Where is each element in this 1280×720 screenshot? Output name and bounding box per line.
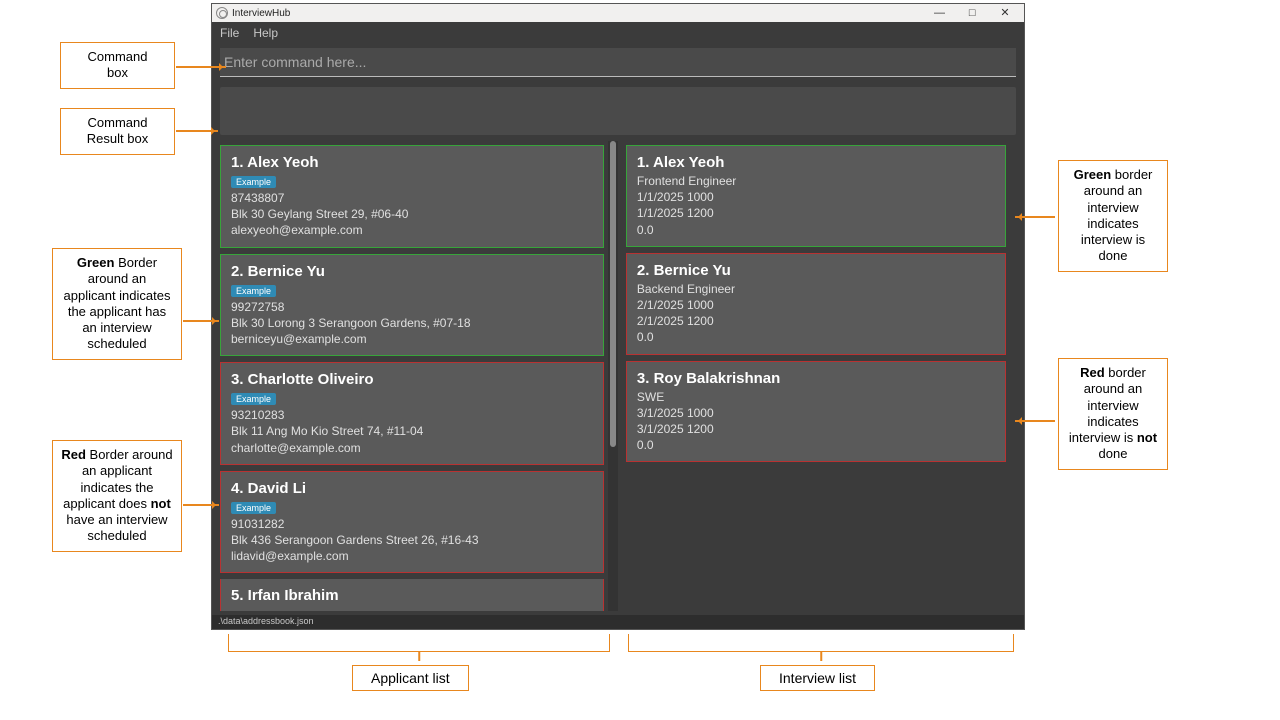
arrow-icon (176, 130, 218, 132)
lists-container: 1. Alex Yeoh Example 87438807Blk 30 Geylan… (212, 141, 1024, 615)
arrow-icon (183, 320, 219, 322)
label-interview-list: Interview list (760, 665, 875, 691)
applicant-address: Blk 30 Geylang Street 29, #06-40 (231, 206, 593, 222)
interview-card[interactable]: 1. Alex Yeoh Frontend Engineer1/1/2025 10… (626, 145, 1006, 247)
arrow-icon (176, 66, 226, 68)
interview-list: 1. Alex Yeoh Frontend Engineer1/1/2025 10… (626, 141, 1016, 611)
callout-red-interview: Red border around an interview indicates… (1058, 358, 1168, 470)
applicant-title: 5. Irfan Ibrahim (231, 587, 593, 604)
menu-bar: File Help (212, 22, 1024, 44)
applicant-phone: 91031282 (231, 516, 593, 532)
status-bar: .\data\addressbook.json (212, 615, 1024, 629)
interview-time-start: 2/1/2025 1000 (637, 297, 995, 313)
interview-time-start: 1/1/2025 1000 (637, 189, 995, 205)
interview-role: Frontend Engineer (637, 173, 995, 189)
menu-help[interactable]: Help (253, 26, 278, 40)
menu-file[interactable]: File (220, 26, 239, 40)
applicant-scrollbar[interactable] (608, 141, 618, 611)
applicant-card[interactable]: 4. David Li Example 91031282Blk 436 Serang… (220, 471, 604, 574)
interview-score: 0.0 (637, 329, 995, 345)
interview-role: Backend Engineer (637, 281, 995, 297)
applicant-address: Blk 30 Lorong 3 Serangoon Gardens, #07-1… (231, 315, 593, 331)
applicant-email: lidavid@example.com (231, 548, 593, 564)
command-result-box (220, 87, 1016, 135)
applicant-card[interactable]: 3. Charlotte Oliveiro Example 93210283Blk … (220, 362, 604, 465)
interview-score: 0.0 (637, 437, 995, 453)
applicant-card[interactable]: 1. Alex Yeoh Example 87438807Blk 30 Geylan… (220, 145, 604, 248)
applicant-phone: 93210283 (231, 407, 593, 423)
interview-card[interactable]: 2. Bernice Yu Backend Engineer2/1/2025 10… (626, 253, 1006, 355)
interview-time-end: 2/1/2025 1200 (637, 313, 995, 329)
interview-time-start: 3/1/2025 1000 (637, 405, 995, 421)
callout-green-applicant: Green Border around an applicant indicat… (52, 248, 182, 360)
interview-time-end: 3/1/2025 1200 (637, 421, 995, 437)
callout-result-box: CommandResult box (60, 108, 175, 155)
applicant-badge: Example (231, 502, 276, 514)
applicant-email: charlotte@example.com (231, 440, 593, 456)
applicant-badge: Example (231, 393, 276, 405)
applicant-email: alexyeoh@example.com (231, 222, 593, 238)
applicant-phone: 99272758 (231, 299, 593, 315)
applicant-card[interactable]: 2. Bernice Yu Example 99272758Blk 30 Loron… (220, 254, 604, 357)
interview-title: 3. Roy Balakrishnan (637, 370, 995, 387)
applicant-card[interactable]: 5. Irfan Ibrahim (220, 579, 604, 611)
window-title: InterviewHub (232, 8, 290, 19)
applicant-title: 3. Charlotte Oliveiro (231, 371, 593, 388)
interview-title: 2. Bernice Yu (637, 262, 995, 279)
applicant-address: Blk 436 Serangoon Gardens Street 26, #16… (231, 532, 593, 548)
applicant-title: 4. David Li (231, 480, 593, 497)
window-minimize-button[interactable]: — (924, 4, 954, 22)
window-close-button[interactable]: ✕ (990, 4, 1020, 22)
command-box (212, 44, 1024, 77)
applicant-title: 1. Alex Yeoh (231, 154, 593, 171)
interview-score: 0.0 (637, 222, 995, 238)
callout-green-interview: Green border around an interview indicat… (1058, 160, 1168, 272)
interview-role: SWE (637, 389, 995, 405)
applicant-email: berniceyu@example.com (231, 331, 593, 347)
arrow-icon (1015, 216, 1055, 218)
applicant-address: Blk 11 Ang Mo Kio Street 74, #11-04 (231, 423, 593, 439)
brace-icon (628, 634, 1014, 652)
callout-command-box: Commandbox (60, 42, 175, 89)
brace-icon (228, 634, 610, 652)
app-globe-icon (216, 7, 228, 19)
applicant-phone: 87438807 (231, 190, 593, 206)
window-buttons: — □ ✕ (924, 4, 1020, 22)
interview-card[interactable]: 3. Roy Balakrishnan SWE3/1/2025 10003/1/2… (626, 361, 1006, 463)
arrow-icon (183, 504, 219, 506)
applicant-badge: Example (231, 176, 276, 188)
applicant-badge: Example (231, 285, 276, 297)
callout-red-applicant: Red Border around an applicant indicates… (52, 440, 182, 552)
applicant-list: 1. Alex Yeoh Example 87438807Blk 30 Geylan… (220, 141, 618, 611)
interview-title: 1. Alex Yeoh (637, 154, 995, 171)
command-input[interactable] (220, 48, 1016, 77)
window-maximize-button[interactable]: □ (957, 4, 987, 22)
app-window: InterviewHub — □ ✕ File Help 1. Alex Yeo… (212, 4, 1024, 629)
label-applicant-list: Applicant list (352, 665, 469, 691)
arrow-icon (1015, 420, 1055, 422)
applicant-title: 2. Bernice Yu (231, 263, 593, 280)
interview-time-end: 1/1/2025 1200 (637, 205, 995, 221)
window-titlebar: InterviewHub — □ ✕ (212, 4, 1024, 22)
